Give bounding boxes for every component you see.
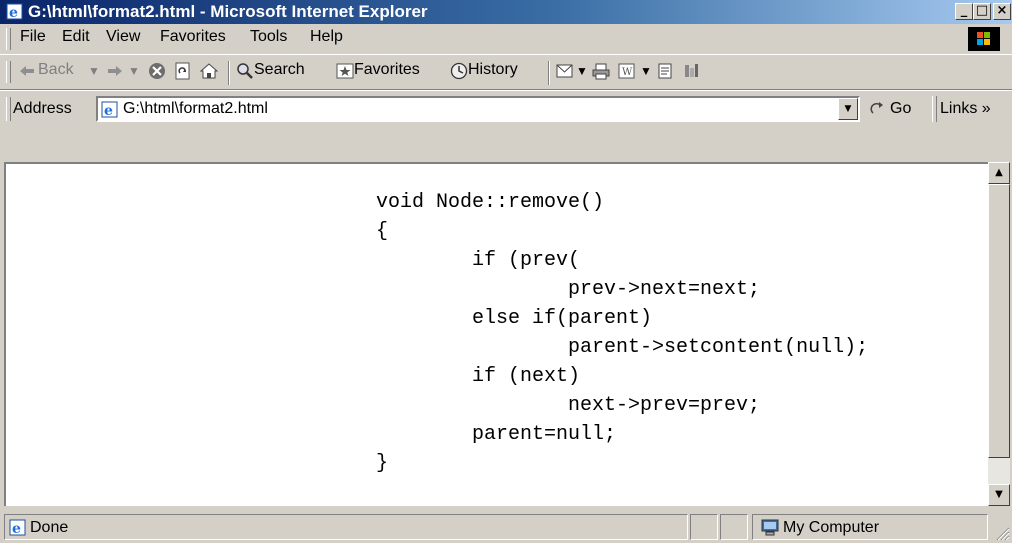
toolbar-separator [228,61,230,85]
menu-help[interactable]: Help [310,28,343,46]
close-button[interactable]: × [993,3,1011,20]
back-button[interactable]: Back [38,61,74,79]
windows-logo-icon [968,27,1000,51]
minimize-button[interactable]: _ [955,3,973,20]
menu-bar: File Edit View Favorites Tools Help [0,24,1012,55]
print-icon[interactable] [592,62,610,80]
resize-grip-icon[interactable] [994,525,1010,541]
menu-tools[interactable]: Tools [250,28,287,46]
history-button[interactable]: History [468,61,518,79]
standard-toolbar: Back ▼ ▼ Search Favorites History ▼ W ▼ [0,55,1012,90]
home-icon[interactable] [200,62,218,80]
history-icon [450,62,468,80]
refresh-icon[interactable] [174,62,192,80]
status-main-pane: e Done [4,514,688,540]
search-button[interactable]: Search [254,61,305,79]
svg-text:e: e [9,5,18,20]
favorites-icon [336,63,354,79]
discuss-icon[interactable] [656,62,674,80]
svg-text:e: e [12,521,21,536]
toolbar-grip[interactable] [6,61,11,83]
back-dropdown-icon[interactable]: ▼ [88,64,100,78]
links-separator [932,96,937,122]
forward-dropdown-icon[interactable]: ▼ [128,64,140,78]
edit-dropdown-icon[interactable]: ▼ [640,64,652,78]
go-button[interactable]: Go [890,100,911,118]
go-arrow-icon [870,102,883,114]
ie-page-icon: e [6,3,23,20]
stop-icon[interactable] [148,62,166,80]
menu-grip[interactable] [6,28,11,50]
back-arrow-icon [20,66,34,76]
menu-edit[interactable]: Edit [62,28,90,46]
edit-icon[interactable]: W [618,62,636,80]
mail-icon[interactable] [556,62,574,80]
ie-page-icon: e [9,519,26,536]
search-icon [237,63,253,79]
browser-window: e G:\html\format2.html - Microsoft Inter… [0,0,1012,543]
address-value[interactable]: G:\html\format2.html [123,100,268,118]
address-bar: Address e G:\html\format2.html ▼ Go Link… [0,90,1012,127]
address-grip[interactable] [6,97,11,121]
address-label: Address [13,100,72,117]
status-bar: e Done My Computer [0,512,1012,543]
scroll-thumb[interactable] [988,184,1010,458]
page-viewport[interactable]: void Node::remove() { if (prev( prev->ne… [4,162,988,506]
code-block: void Node::remove() { if (prev( prev->ne… [376,191,869,475]
scroll-up-button[interactable]: ▲ [988,162,1010,184]
scroll-down-button[interactable]: ▼ [988,484,1010,506]
address-input[interactable]: e G:\html\format2.html ▼ [96,96,860,122]
svg-text:e: e [104,103,113,118]
messenger-icon[interactable] [682,62,700,80]
status-text: Done [30,519,69,536]
maximize-button[interactable]: □ [973,3,991,20]
vertical-scrollbar[interactable]: ▲ ▼ [988,162,1010,506]
address-dropdown-button[interactable]: ▼ [838,98,858,120]
forward-arrow-icon[interactable] [106,62,124,80]
status-pane-progress [690,514,718,540]
ie-page-icon: e [101,101,118,118]
title-bar[interactable]: e G:\html\format2.html - Microsoft Inter… [0,0,1012,24]
mail-dropdown-icon[interactable]: ▼ [576,64,588,78]
links-button[interactable]: Links » [940,100,991,118]
menu-view[interactable]: View [106,28,140,46]
toolbar-separator [548,61,550,85]
status-zone-text: My Computer [783,519,880,536]
menu-favorites[interactable]: Favorites [160,28,226,46]
window-title: G:\html\format2.html - Microsoft Interne… [28,2,428,21]
menu-file[interactable]: File [20,28,46,46]
svg-text:W: W [622,67,633,78]
my-computer-icon [761,519,779,536]
status-pane-security [720,514,748,540]
favorites-button[interactable]: Favorites [354,61,420,79]
status-zone-pane: My Computer [752,514,988,540]
